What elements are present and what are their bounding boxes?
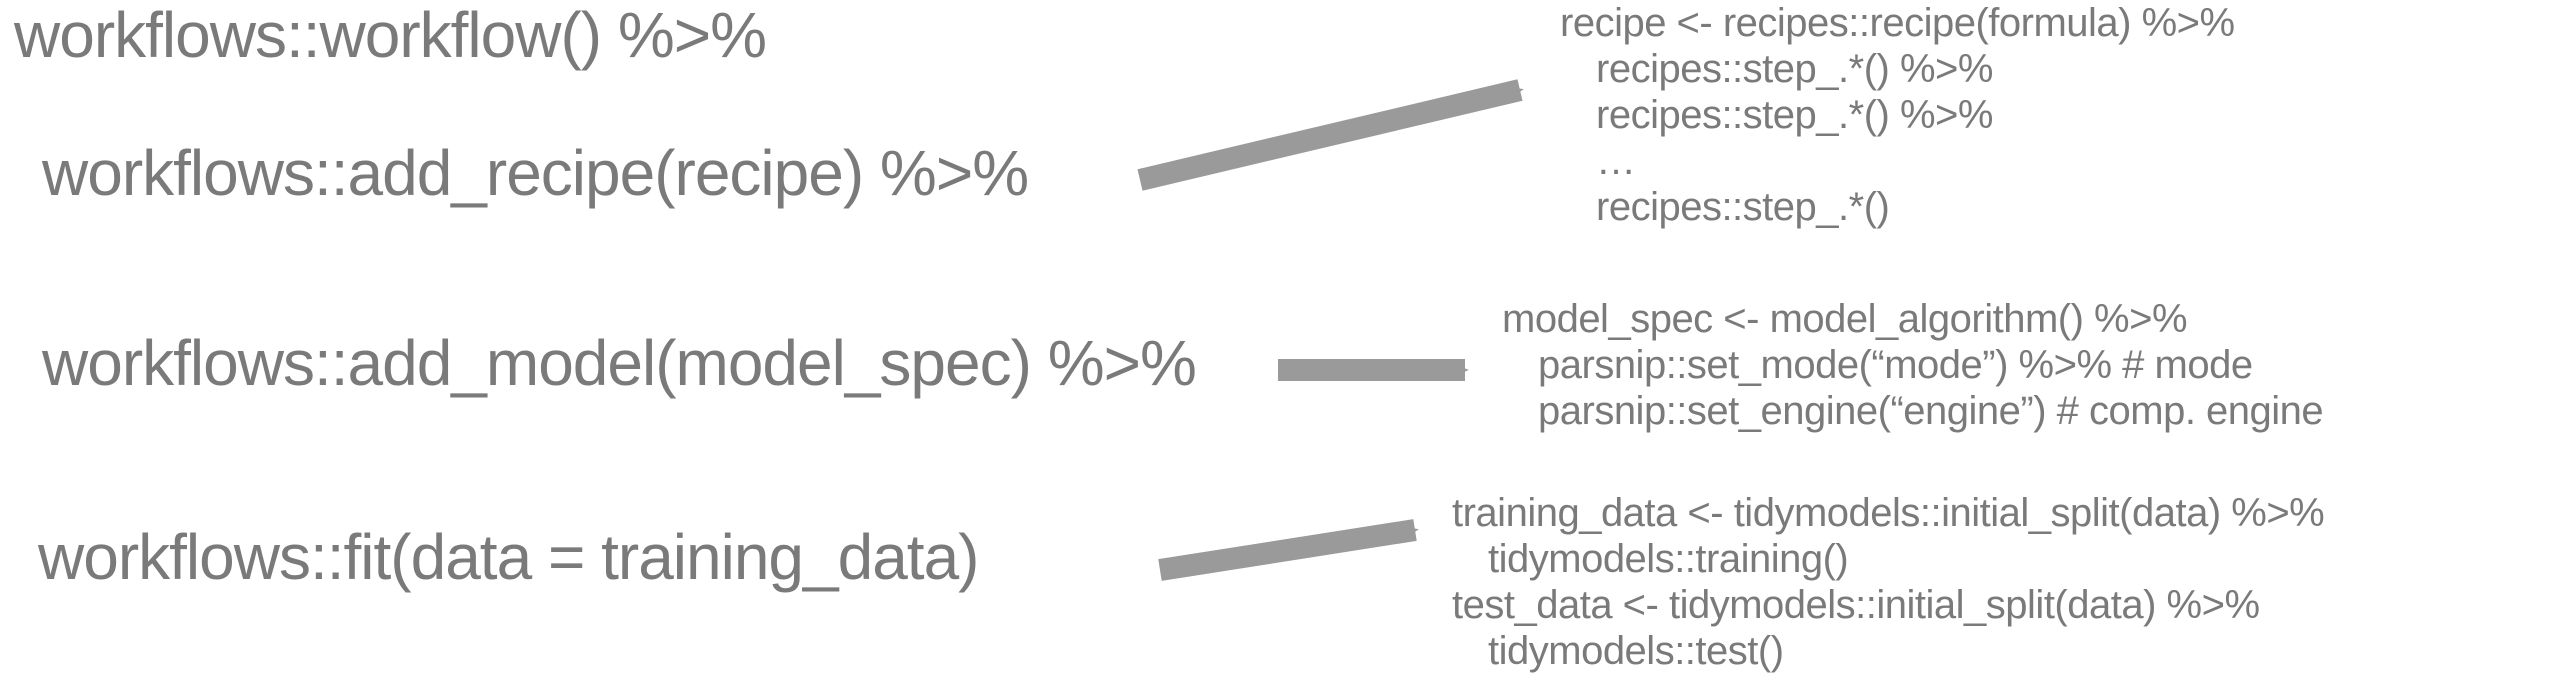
recipe-line-3: recipes::step_.*() %>%	[1560, 92, 2235, 138]
code-line-add-recipe: workflows::add_recipe(recipe) %>%	[42, 140, 1028, 207]
model-spec-definition-block: model_spec <- model_algorithm() %>% pars…	[1502, 296, 2323, 434]
model-line-3: parsnip::set_engine(“engine”) # comp. en…	[1502, 388, 2323, 434]
recipe-line-1: recipe <- recipes::recipe(formula) %>%	[1560, 0, 2235, 46]
model-line-2: parsnip::set_mode(“mode”) %>% # mode	[1502, 342, 2323, 388]
arrow-icon	[1270, 340, 1490, 400]
recipe-line-5: recipes::step_.*()	[1560, 184, 2235, 230]
data-line-1: training_data <- tidymodels::initial_spl…	[1452, 490, 2324, 536]
recipe-definition-block: recipe <- recipes::recipe(formula) %>% r…	[1560, 0, 2235, 230]
data-line-3: test_data <- tidymodels::initial_split(d…	[1452, 582, 2324, 628]
arrow-icon	[1130, 60, 1550, 200]
data-line-2: tidymodels::training()	[1452, 536, 2324, 582]
arrow-icon	[1150, 510, 1440, 590]
recipe-line-2: recipes::step_.*() %>%	[1560, 46, 2235, 92]
recipe-line-ellipsis: …	[1560, 138, 2235, 184]
training-data-definition-block: training_data <- tidymodels::initial_spl…	[1452, 490, 2324, 674]
code-line-fit: workflows::fit(data = training_data)	[38, 524, 978, 591]
code-line-add-model: workflows::add_model(model_spec) %>%	[42, 330, 1196, 397]
data-line-4: tidymodels::test()	[1452, 628, 2324, 674]
code-line-workflow: workflows::workflow() %>%	[14, 2, 766, 69]
model-line-1: model_spec <- model_algorithm() %>%	[1502, 296, 2323, 342]
